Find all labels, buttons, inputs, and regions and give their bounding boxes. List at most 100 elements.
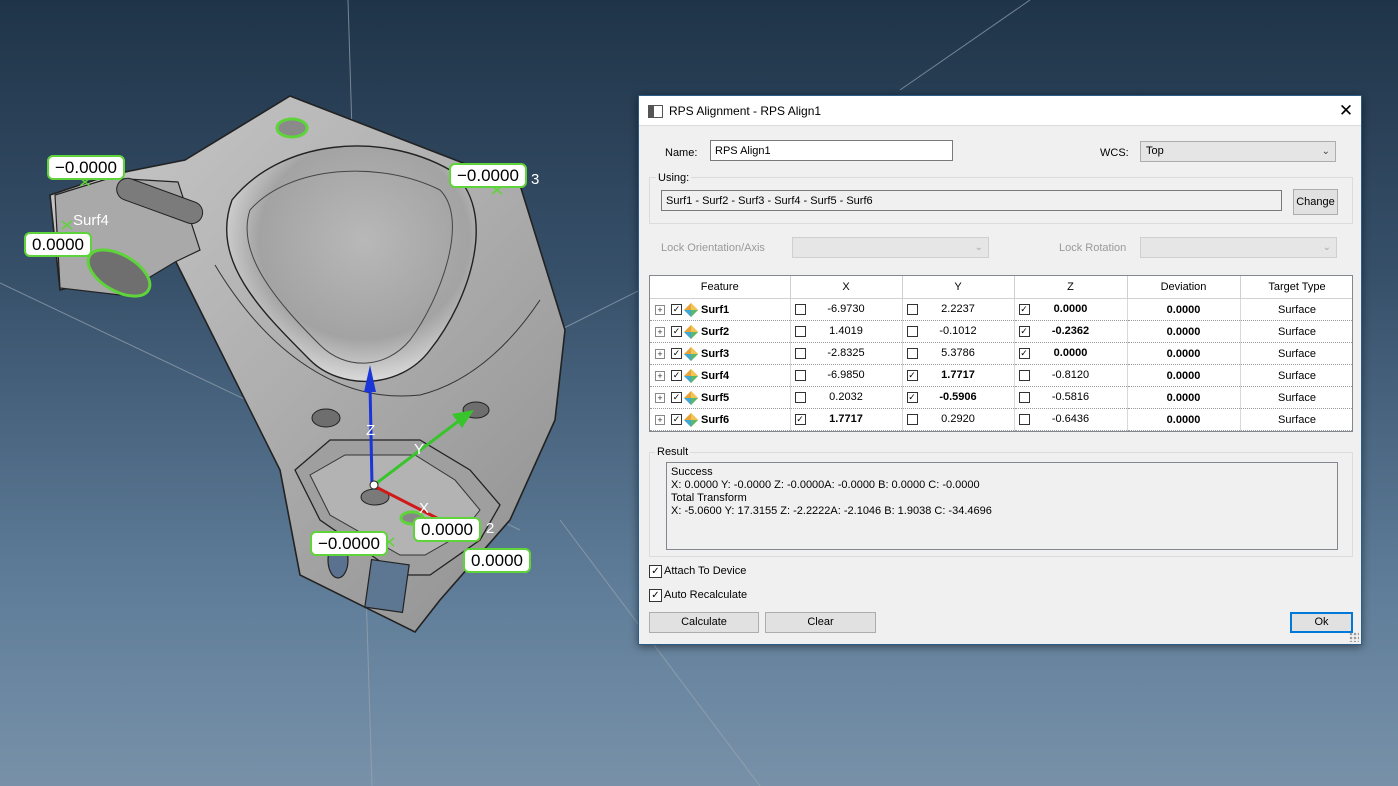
cell-z[interactable]: -0.6436 [1014,408,1128,431]
cell-target-type[interactable]: Surface [1240,364,1352,387]
cell-target-type[interactable]: Surface [1240,298,1352,321]
y-lock-checkbox[interactable] [906,348,918,359]
expand-icon[interactable]: + [655,326,665,337]
x-lock-checkbox[interactable] [794,370,806,381]
y-lock-checkbox[interactable] [906,326,918,337]
cell-z[interactable]: ✓ 0.0000 [1014,298,1128,321]
table-row[interactable]: + ✓ Surf4 -6.9850 ✓ 1.7717 -0.8120 0.0000 Surfac… [650,364,1352,387]
cell-content: ✓ 1.7717 [791,409,902,430]
feature-checkbox[interactable]: ✓ [671,326,682,337]
cell-target-type[interactable]: Surface [1240,408,1352,431]
y-value: 1.7717 [941,369,975,381]
change-button[interactable]: Change [1293,189,1338,215]
cell-x[interactable]: -6.9730 [790,298,903,321]
z-lock-checkbox[interactable]: ✓ [1018,348,1030,359]
cell-y[interactable]: ✓ 1.7717 [902,364,1015,387]
z-lock-checkbox[interactable] [1018,392,1030,403]
table-row[interactable]: + ✓ Surf5 0.2032 ✓ -0.5906 -0.5816 0.0000 Surfac… [650,386,1352,409]
cell-x[interactable]: 1.4019 [790,320,903,343]
cell-x[interactable]: -6.9850 [790,364,903,387]
z-lock-checkbox[interactable]: ✓ [1018,326,1030,337]
surface-icon [684,324,698,339]
x-value: 1.7717 [829,413,863,425]
feature-name: Surf4 [701,369,730,382]
result-label: Result [655,446,691,458]
clear-button[interactable]: Clear [765,612,876,633]
column-header-z[interactable]: Z [1014,276,1128,299]
expand-icon[interactable]: + [655,392,665,403]
cell-z[interactable]: ✓ -0.2362 [1014,320,1128,343]
z-lock-checkbox[interactable] [1018,370,1030,381]
cell-x[interactable]: -2.8325 [790,342,903,365]
table-row[interactable]: + ✓ Surf1 -6.9730 2.2237 ✓ 0.0000 0.0000 Surface [650,298,1352,321]
feature-checkbox[interactable]: ✓ [671,370,682,381]
cell-feature: + ✓ Surf3 [650,342,791,365]
x-lock-checkbox[interactable] [794,392,806,403]
lock-orientation-label: Lock Orientation/Axis [661,242,765,254]
rps-alignment-dialog: RPS Alignment - RPS Align1 ✕ Name: RPS A… [638,95,1362,645]
cell-target-type[interactable]: Surface [1240,386,1352,409]
column-header-feature[interactable]: Feature [650,276,791,299]
feature-checkbox[interactable]: ✓ [671,414,682,425]
dialog-title: RPS Alignment - RPS Align1 [669,104,822,118]
wcs-select-value: Top [1146,145,1164,157]
column-header-target-type[interactable]: Target Type [1240,276,1352,299]
auto-recalculate-label: Auto Recalculate [664,589,748,601]
y-value: 2.2237 [941,303,975,315]
cell-y[interactable]: ✓ -0.5906 [902,386,1015,409]
cell-y[interactable]: 2.2237 [902,298,1015,321]
y-lock-checkbox[interactable] [906,304,918,315]
rps-points-table: Feature X Y Z Deviation Target Type + ✓ Su… [649,275,1353,432]
feature-checkbox[interactable]: ✓ [671,348,682,359]
feature-name: Surf5 [701,391,730,404]
expand-icon[interactable]: + [655,370,665,381]
cell-z[interactable]: -0.5816 [1014,386,1128,409]
column-header-x[interactable]: X [790,276,903,299]
cell-y[interactable]: 5.3786 [902,342,1015,365]
x-value: -6.9850 [827,369,865,381]
x-lock-checkbox[interactable] [794,304,806,315]
cell-z[interactable]: -0.8120 [1014,364,1128,387]
resize-grip[interactable] [1349,632,1359,642]
y-lock-checkbox[interactable]: ✓ [906,370,918,381]
table-row[interactable]: + ✓ Surf6 ✓ 1.7717 0.2920 -0.6436 0.0000 Surface [650,408,1352,431]
column-header-deviation[interactable]: Deviation [1127,276,1241,299]
column-header-y[interactable]: Y [902,276,1015,299]
x-lock-checkbox[interactable] [794,326,806,337]
cell-x[interactable]: 0.2032 [790,386,903,409]
x-lock-checkbox[interactable] [794,348,806,359]
cell-content: 0.2032 [791,387,902,408]
cell-target-type[interactable]: Surface [1240,320,1352,343]
y-lock-checkbox[interactable] [906,414,918,425]
calculate-button[interactable]: Calculate [649,612,759,633]
cell-y[interactable]: 0.2920 [902,408,1015,431]
lock-orientation-select[interactable]: ⌄ [792,237,989,258]
x-lock-checkbox[interactable]: ✓ [794,414,806,425]
surface-icon [684,412,698,427]
z-lock-checkbox[interactable]: ✓ [1018,304,1030,315]
title-bar[interactable]: RPS Alignment - RPS Align1 ✕ [639,96,1361,126]
using-field: Surf1 - Surf2 - Surf3 - Surf4 - Surf5 - … [661,190,1282,211]
lock-rotation-select[interactable]: ⌄ [1140,237,1337,258]
lock-rotation-label: Lock Rotation [1059,242,1127,254]
z-lock-checkbox[interactable] [1018,414,1030,425]
feature-checkbox[interactable]: ✓ [671,392,682,403]
cell-y[interactable]: -0.1012 [902,320,1015,343]
expand-icon[interactable]: + [655,304,665,315]
name-field[interactable]: RPS Align1 [710,140,953,161]
cell-x[interactable]: ✓ 1.7717 [790,408,903,431]
ok-button[interactable]: Ok [1290,612,1353,633]
table-row[interactable]: + ✓ Surf3 -2.8325 5.3786 ✓ 0.0000 0.0000 Surface [650,342,1352,365]
x-value: -2.8325 [827,347,865,359]
feature-checkbox[interactable]: ✓ [671,304,682,315]
close-icon[interactable]: ✕ [1331,96,1361,125]
cell-target-type[interactable]: Surface [1240,342,1352,365]
y-lock-checkbox[interactable]: ✓ [906,392,918,403]
cell-z[interactable]: ✓ 0.0000 [1014,342,1128,365]
cell-content: -6.9730 [791,299,902,320]
expand-icon[interactable]: + [655,348,665,359]
checkbox-box: ✓ [649,589,662,602]
wcs-select[interactable]: Top ⌄ [1140,141,1336,162]
expand-icon[interactable]: + [655,414,665,425]
table-row[interactable]: + ✓ Surf2 1.4019 -0.1012 ✓ -0.2362 0.0000 Surfac… [650,320,1352,343]
